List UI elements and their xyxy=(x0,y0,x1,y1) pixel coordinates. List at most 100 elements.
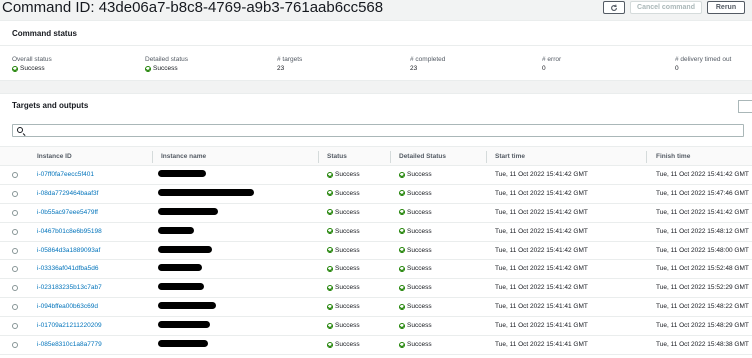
instance-id-link[interactable]: i-05864d3a1889093af xyxy=(37,247,100,254)
row-select-radio[interactable] xyxy=(12,285,18,292)
start-time: Tue, 11 Oct 2022 15:41:41 GMT xyxy=(495,322,588,330)
row-select-radio[interactable] xyxy=(12,342,18,349)
detailed-status-text: Success xyxy=(407,284,432,292)
page-title: Command ID: 43de06a7-b8c8-4769-a9b3-761a… xyxy=(2,0,384,16)
column-divider xyxy=(390,151,391,163)
settings-button[interactable] xyxy=(738,100,752,113)
row-select-radio[interactable] xyxy=(12,228,18,235)
error-count: # error 0 xyxy=(542,56,561,72)
metric-label: # targets xyxy=(277,56,303,63)
redaction-mark xyxy=(158,321,210,329)
rerun-button[interactable]: Rerun xyxy=(707,1,745,14)
table-row[interactable]: i-03336af041dfba5d6 Success Success Tue, 11… xyxy=(0,260,752,280)
start-time: Tue, 11 Oct 2022 15:41:41 GMT xyxy=(495,341,588,349)
status-text: Success xyxy=(335,246,360,254)
column-header[interactable]: Start time xyxy=(495,153,525,160)
refresh-button[interactable] xyxy=(603,1,625,14)
column-header[interactable]: Instance ID xyxy=(37,153,72,160)
success-icon xyxy=(399,171,405,178)
search-box[interactable] xyxy=(12,124,744,137)
detailed-status-cell: Success xyxy=(399,190,432,197)
row-select-radio[interactable] xyxy=(12,266,18,273)
table-row[interactable]: i-0b55ac97eee5479ff Success Success Tue, 11… xyxy=(0,204,752,223)
success-icon xyxy=(12,65,18,72)
search-input[interactable] xyxy=(27,125,727,136)
detailed-status-cell: Success xyxy=(399,209,432,216)
row-select-radio[interactable] xyxy=(12,304,18,311)
table-row[interactable]: i-07ff0fa7eecc5f401 Success Success Tue, 11… xyxy=(0,166,752,185)
column-header[interactable]: Finish time xyxy=(656,153,690,160)
table-row[interactable]: i-0467b01c8e6b95198 Success Success Tue, 11… xyxy=(0,223,752,242)
metric-label: # delivery timed out xyxy=(675,56,732,63)
detailed-status-text: Success xyxy=(407,171,432,178)
success-icon xyxy=(327,303,333,310)
instance-id-link[interactable]: i-085e8310c1a8a7779 xyxy=(37,341,102,348)
redaction-mark xyxy=(158,264,202,272)
success-icon xyxy=(327,171,333,178)
success-icon xyxy=(399,190,405,197)
instance-id-link[interactable]: i-0467b01c8e6b95198 xyxy=(37,228,102,235)
table-row[interactable]: i-085e8310c1a8a7779 Success Success Tue, 11… xyxy=(0,336,752,355)
row-select-radio[interactable] xyxy=(12,209,18,216)
redaction-mark xyxy=(158,170,206,177)
instance-id-link[interactable]: i-0b55ac97eee5479ff xyxy=(37,209,98,216)
refresh-icon xyxy=(611,4,617,11)
cancel-command-button[interactable]: Cancel command xyxy=(630,1,702,14)
row-select-radio[interactable] xyxy=(12,247,18,254)
redaction-mark xyxy=(158,340,208,348)
status-cell: Success xyxy=(327,322,360,329)
completed-count: # completed 23 xyxy=(410,56,445,72)
table-row[interactable]: i-094bffea00b63c69d Success Success Tue, 11… xyxy=(0,298,752,318)
column-header[interactable]: Status xyxy=(327,153,347,160)
detailed-status-cell: Success xyxy=(399,228,432,235)
start-time: Tue, 11 Oct 2022 15:41:42 GMT xyxy=(495,171,588,178)
start-time: Tue, 11 Oct 2022 15:41:42 GMT xyxy=(495,265,588,273)
instance-id-link[interactable]: i-07ff0fa7eecc5f401 xyxy=(37,171,94,178)
detailed-status-text: Success xyxy=(407,246,432,254)
page-header: Command ID: 43de06a7-b8c8-4769-a9b3-761a… xyxy=(0,0,752,18)
status-text: Success xyxy=(335,189,360,197)
instance-id-link[interactable]: i-094bffea00b63c69d xyxy=(37,303,98,310)
detailed-status-text: Success xyxy=(407,208,432,216)
success-icon xyxy=(399,284,405,291)
status-cell: Success xyxy=(327,228,360,235)
targets-outputs-panel: Targets and outputs Instance ID Instance… xyxy=(0,93,752,358)
detailed-status-cell: Success xyxy=(399,322,432,329)
success-icon xyxy=(327,265,333,272)
row-select-radio[interactable] xyxy=(12,172,18,178)
column-divider xyxy=(318,151,319,163)
command-status-panel: Command status Overall status Success De… xyxy=(0,20,752,81)
table-row[interactable]: i-08da7729464baaf3f Success Success Tue, 11… xyxy=(0,185,752,204)
finish-time: Tue, 11 Oct 2022 15:41:42 GMT xyxy=(656,208,749,216)
targets-table: Instance ID Instance name Status Detaile… xyxy=(0,146,752,355)
divider xyxy=(0,45,752,46)
instance-id-link[interactable]: i-03336af041dfba5d6 xyxy=(37,265,98,272)
instance-id-link[interactable]: i-08da7729464baaf3f xyxy=(37,190,98,197)
success-icon xyxy=(399,228,405,235)
status-text: Success xyxy=(335,341,360,349)
instance-id-link[interactable]: i-023183235b13c7ab7 xyxy=(37,284,102,291)
detailed-status-text: Success xyxy=(407,227,432,235)
table-row[interactable]: i-01709a21211220209 Success Success Tue, 11… xyxy=(0,317,752,337)
column-divider xyxy=(486,151,487,163)
column-header[interactable]: Instance name xyxy=(161,153,206,160)
finish-time: Tue, 11 Oct 2022 15:47:46 GMT xyxy=(656,189,749,197)
table-body: i-07ff0fa7eecc5f401 Success Success Tue, 11… xyxy=(0,166,752,355)
instance-id-link[interactable]: i-01709a21211220209 xyxy=(37,322,102,329)
table-row[interactable]: i-023183235b13c7ab7 Success Success Tue, 11… xyxy=(0,279,752,299)
column-header[interactable]: Detailed Status xyxy=(399,153,446,160)
finish-time: Tue, 11 Oct 2022 15:41:42 GMT xyxy=(656,171,749,178)
success-icon xyxy=(327,247,333,254)
status-text: Success xyxy=(335,303,360,311)
row-select-radio[interactable] xyxy=(12,190,18,197)
row-select-radio[interactable] xyxy=(12,323,18,330)
detailed-status-cell: Success xyxy=(399,265,432,272)
metric-label: # completed xyxy=(410,56,446,63)
targets-count: # targets 23 xyxy=(277,56,302,72)
column-divider xyxy=(152,151,153,163)
finish-time: Tue, 11 Oct 2022 15:52:48 GMT xyxy=(656,265,749,273)
metric-label: Overall status xyxy=(12,56,52,63)
table-header: Instance ID Instance name Status Detaile… xyxy=(0,146,752,166)
table-row[interactable]: i-05864d3a1889093af Success Success Tue, 11… xyxy=(0,242,752,261)
finish-time: Tue, 11 Oct 2022 15:52:29 GMT xyxy=(656,284,749,292)
